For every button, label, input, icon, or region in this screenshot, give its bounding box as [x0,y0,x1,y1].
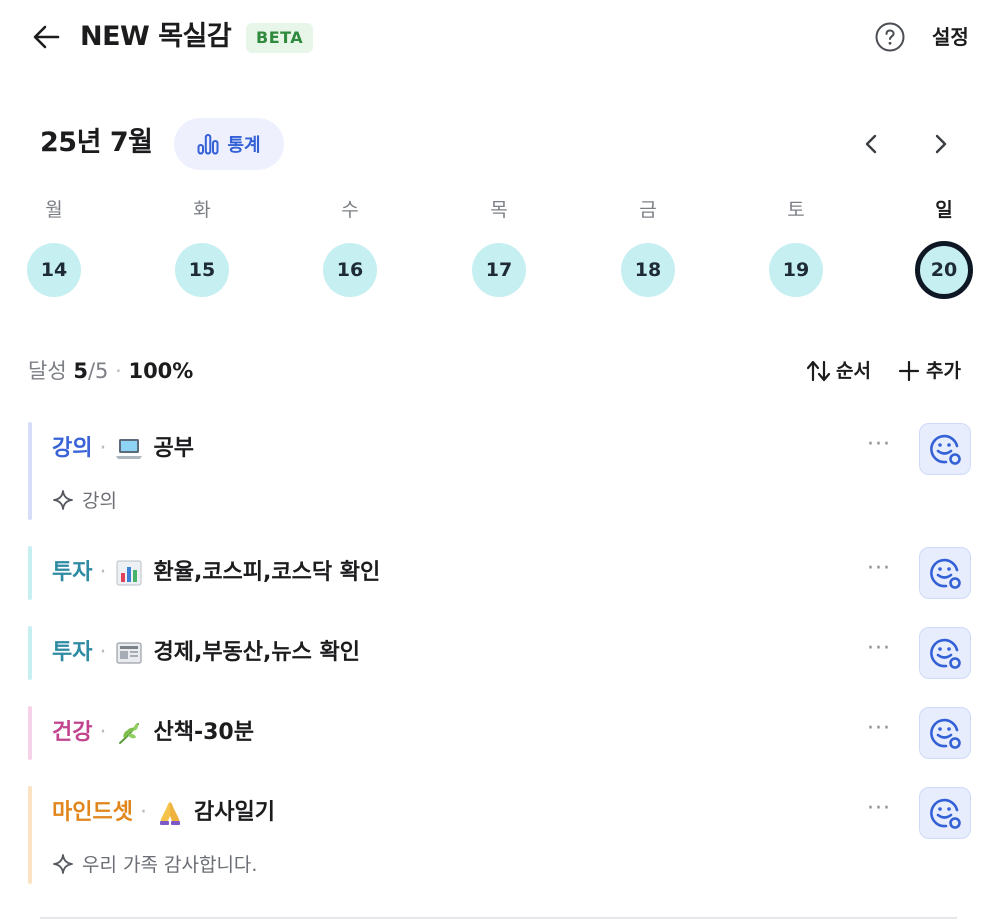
achievement-label: 달성 [28,359,67,383]
day-16[interactable]: 16 [323,243,377,297]
task-category: 강의 [52,436,93,461]
sort-arrows-icon [806,360,831,382]
smile-face-icon [930,558,961,589]
mood-button[interactable] [919,547,971,599]
smile-face-icon [930,434,961,465]
task-name: 공부 [153,436,194,461]
bottom-divider [40,917,957,919]
day-19[interactable]: 19 [769,243,823,297]
task-name: 감사일기 [193,800,275,825]
next-week-button[interactable] [926,128,954,160]
task-color-bar [28,546,32,600]
herb-icon [119,723,140,744]
task-color-bar [28,422,32,520]
task-category: 마인드셋 [52,800,133,825]
more-button[interactable]: ··· [863,798,895,828]
task-title-row: 건강 · 산책-30분 [52,706,254,760]
folded-hands-icon [159,802,180,825]
newspaper-icon [116,642,143,664]
stats-button[interactable]: 통계 [174,118,284,170]
day-14[interactable]: 14 [27,243,81,297]
more-button[interactable]: ··· [863,718,895,748]
order-button[interactable]: 순서 [806,356,871,386]
task-separator: · [99,640,107,665]
task-category: 투자 [52,640,93,665]
day-18[interactable]: 18 [621,243,675,297]
weekday-tue: 화 [193,199,211,221]
weekday-thu: 목 [490,199,508,221]
task-item[interactable]: 강의 · 공부 ··· 강의 [28,422,972,520]
more-button[interactable]: ··· [863,558,895,588]
smile-face-icon [930,798,961,829]
task-item[interactable]: 건강 · 산책-30분 ··· [28,706,972,760]
task-separator: · [139,800,147,825]
task-title-row: 마인드셋 · 감사일기 [52,786,275,840]
task-item[interactable]: 마인드셋 · 감사일기 ··· 우리 가족 감사합니다. [28,786,972,884]
prev-week-button[interactable] [858,128,886,160]
laptop-icon [116,439,143,459]
task-item[interactable]: 투자 · 환율,코스피,코스닥 확인 ··· [28,546,972,600]
plus-icon [898,360,920,382]
task-item[interactable]: 투자 · 경제,부동산,뉴스 확인 ··· [28,626,972,680]
task-category: 투자 [52,560,93,585]
more-button[interactable]: ··· [863,638,895,668]
order-label: 순서 [836,360,871,382]
weekday-mon: 월 [45,199,63,221]
task-memo-text: 강의 [82,490,117,512]
task-color-bar [28,706,32,760]
task-memo: 우리 가족 감사합니다. [52,850,257,877]
achievement-total: /5 [87,359,109,383]
help-button[interactable] [875,22,905,52]
task-memo: 강의 [52,486,117,513]
beta-badge: BETA [246,23,314,53]
chevron-right-icon [935,134,947,154]
achievement-separator: · [115,359,122,383]
task-color-bar [28,626,32,680]
task-memo-text: 우리 가족 감사합니다. [82,854,258,876]
question-circle-icon [875,22,905,52]
day-20-selected[interactable]: 20 [915,241,973,299]
task-title-row: 강의 · 공부 [52,422,194,476]
add-label: 추가 [926,360,961,382]
arrow-left-icon [33,25,60,49]
weekday-sat: 토 [787,199,805,221]
achievement-percent: 100% [128,359,194,383]
page-title: NEW 목실감 [80,21,232,52]
weekday-sun: 일 [935,199,953,221]
task-name: 환율,코스피,코스닥 확인 [153,560,381,585]
bar-chart-icon [197,134,219,155]
more-button[interactable]: ··· [863,434,895,464]
stats-label: 통계 [227,135,261,156]
sparkle-icon [53,489,73,510]
weekday-fri: 금 [639,199,657,221]
chevron-left-icon [865,134,877,154]
task-separator: · [99,720,107,745]
task-category: 건강 [52,720,93,745]
sparkle-icon [53,853,73,874]
task-separator: · [99,436,107,461]
task-separator: · [99,560,107,585]
achievement-summary: 달성 5/5 · 100% [28,356,193,386]
month-label: 25년 7월 [40,127,153,158]
task-color-bar [28,786,32,884]
smile-face-icon [930,718,961,749]
task-name: 산책-30분 [153,720,254,745]
bar-chart-emoji-icon [116,560,142,586]
weekday-wed: 수 [341,199,359,221]
task-title-row: 투자 · 환율,코스피,코스닥 확인 [52,546,380,600]
mood-button[interactable] [919,423,971,475]
settings-button[interactable]: 설정 [932,22,969,52]
mood-button[interactable] [919,787,971,839]
task-name: 경제,부동산,뉴스 확인 [153,640,361,665]
back-button[interactable] [30,20,64,54]
mood-button[interactable] [919,707,971,759]
smile-face-icon [930,638,961,669]
day-17[interactable]: 17 [472,243,526,297]
task-title-row: 투자 · 경제,부동산,뉴스 확인 [52,626,360,680]
day-15[interactable]: 15 [175,243,229,297]
achievement-done: 5 [73,359,88,383]
mood-button[interactable] [919,627,971,679]
add-button[interactable]: 추가 [898,356,961,386]
